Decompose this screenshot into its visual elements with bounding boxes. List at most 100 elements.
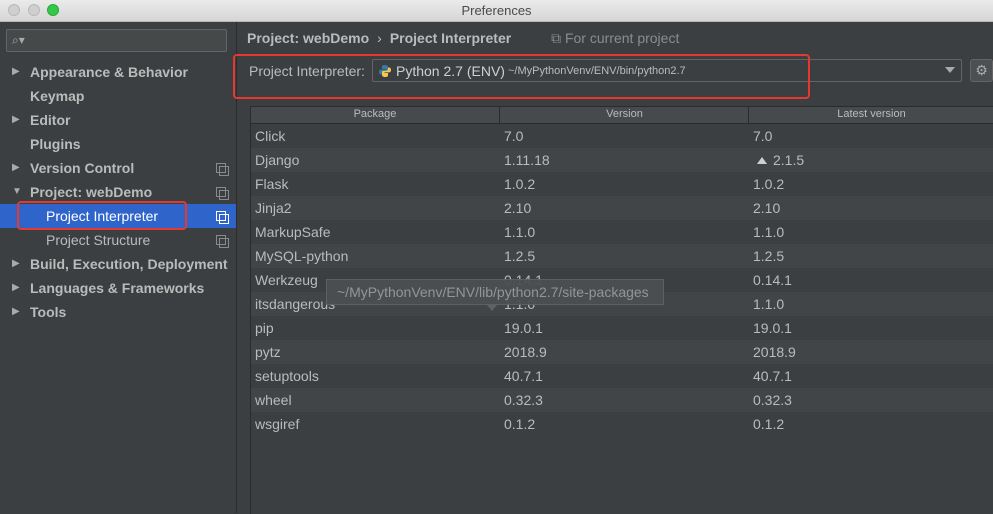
sidebar-item-label: Project Structure bbox=[46, 232, 151, 248]
package-latest-version: 19.0.1 bbox=[753, 316, 792, 340]
scope-label: ⧉ For current project bbox=[551, 30, 679, 46]
search-icon: ⌕▾ bbox=[12, 33, 25, 47]
project-scope-icon bbox=[216, 211, 229, 224]
package-latest-version: 0.1.2 bbox=[753, 412, 784, 436]
package-name: MarkupSafe bbox=[255, 224, 331, 240]
package-latest-version: 2.10 bbox=[753, 196, 780, 220]
package-name: wheel bbox=[255, 392, 292, 408]
sidebar-item[interactable]: ▶ Appearance & Behavior bbox=[0, 60, 236, 84]
project-scope-icon bbox=[216, 163, 229, 176]
package-name: MySQL-python bbox=[255, 248, 349, 264]
package-name: pip bbox=[255, 320, 274, 336]
highlight-box-interpreter bbox=[233, 54, 810, 99]
table-header: Package Version Latest version bbox=[251, 107, 993, 124]
sidebar-item[interactable]: Keymap bbox=[0, 84, 236, 108]
scope-text: For current project bbox=[564, 30, 680, 46]
sidebar-item[interactable]: ▶ Build, Execution, Deployment bbox=[0, 252, 236, 276]
package-name: wsgiref bbox=[255, 416, 300, 432]
sidebar-item-label: Appearance & Behavior bbox=[30, 64, 188, 80]
highlight-box-sidebar bbox=[17, 201, 187, 230]
package-version: 19.0.1 bbox=[504, 320, 543, 336]
latest-version-text: 1.0.2 bbox=[753, 176, 785, 192]
package-latest-version: 1.0.2 bbox=[753, 172, 784, 196]
table-row[interactable]: Jinja2 2.10 2.10 bbox=[251, 196, 993, 220]
chevron-right-icon[interactable]: ▶ bbox=[12, 252, 20, 276]
package-version: 1.2.5 bbox=[504, 248, 536, 264]
latest-version-text: 19.0.1 bbox=[753, 320, 792, 336]
title-bar: Preferences bbox=[0, 0, 993, 22]
chevron-right-icon[interactable]: ▶ bbox=[12, 108, 20, 132]
latest-version-text: 1.2.5 bbox=[753, 248, 785, 264]
sidebar-item-label: Editor bbox=[30, 112, 71, 128]
table-row[interactable]: pip 19.0.1 19.0.1 bbox=[251, 316, 993, 340]
package-latest-version: 0.14.1 bbox=[753, 268, 792, 292]
table-row[interactable]: Click 7.0 7.0 bbox=[251, 124, 993, 148]
page-title: Project Interpreter bbox=[389, 30, 512, 46]
sidebar-item-label: Tools bbox=[30, 304, 67, 320]
package-version: 2018.9 bbox=[504, 344, 547, 360]
package-name: Flask bbox=[255, 176, 289, 192]
sidebar-item-label: Plugins bbox=[30, 136, 81, 152]
project-scope-icon bbox=[216, 235, 229, 248]
table-row[interactable]: wsgiref 0.1.2 0.1.2 bbox=[251, 412, 993, 436]
sidebar-item-label: Keymap bbox=[30, 88, 85, 104]
package-version: 0.32.3 bbox=[504, 392, 543, 408]
breadcrumb-separator-icon: › bbox=[377, 30, 382, 46]
package-name: Werkzeug bbox=[255, 272, 318, 288]
sidebar-item[interactable]: ▶ Editor bbox=[0, 108, 236, 132]
latest-version-text: 2.10 bbox=[753, 200, 781, 216]
sidebar-item-label: Languages & Frameworks bbox=[30, 280, 205, 296]
gear-icon: ⚙ bbox=[975, 62, 988, 78]
settings-search-input[interactable]: ⌕▾ bbox=[6, 29, 227, 52]
package-name: pytz bbox=[255, 344, 281, 360]
tooltip-pointer bbox=[487, 305, 497, 311]
sidebar-item[interactable]: ▶ Tools bbox=[0, 300, 236, 324]
package-latest-version: 1.1.0 bbox=[753, 292, 784, 316]
upgrade-arrow-icon[interactable] bbox=[757, 157, 767, 165]
package-version: 1.11.18 bbox=[504, 152, 550, 168]
chevron-right-icon[interactable]: ▶ bbox=[12, 60, 20, 84]
breadcrumb-root: Project: webDemo bbox=[247, 30, 370, 46]
sidebar-item[interactable]: ▶ Version Control bbox=[0, 156, 236, 180]
package-latest-version: 2018.9 bbox=[753, 340, 796, 364]
latest-version-text: 7.0 bbox=[753, 128, 773, 144]
settings-sidebar: ⌕▾ ▶ Appearance & Behavior Keymap ▶ Editor Pl… bbox=[0, 22, 237, 513]
latest-version-text: 1.1.0 bbox=[753, 224, 785, 240]
window-title: Preferences bbox=[461, 3, 532, 18]
latest-version-text: 40.7.1 bbox=[753, 368, 792, 384]
sidebar-item[interactable]: Plugins bbox=[0, 132, 236, 156]
package-version: 0.1.2 bbox=[504, 416, 536, 432]
chevron-right-icon[interactable]: ▶ bbox=[12, 300, 20, 324]
latest-version-text: 0.14.1 bbox=[753, 272, 792, 288]
chevron-right-icon[interactable]: ▶ bbox=[12, 276, 20, 300]
sidebar-item-label: Build, Execution, Deployment bbox=[30, 256, 228, 272]
package-latest-version: 0.32.3 bbox=[753, 388, 792, 412]
sidebar-item[interactable]: ▶ Languages & Frameworks bbox=[0, 276, 236, 300]
table-row[interactable]: wheel 0.32.3 0.32.3 bbox=[251, 388, 993, 412]
chevron-right-icon[interactable]: ▶ bbox=[12, 156, 20, 180]
package-latest-version: 7.0 bbox=[753, 124, 772, 148]
column-header-version[interactable]: Version bbox=[500, 108, 749, 120]
column-header-latest-version[interactable]: Latest version bbox=[749, 108, 993, 120]
table-row[interactable]: pytz 2018.9 2018.9 bbox=[251, 340, 993, 364]
package-name: Jinja2 bbox=[255, 200, 292, 216]
table-row[interactable]: setuptools 40.7.1 40.7.1 bbox=[251, 364, 993, 388]
interpreter-settings-button[interactable]: ⚙ bbox=[970, 59, 993, 82]
breadcrumb: Project: webDemo › Project Interpreter ⧉ F… bbox=[247, 30, 679, 47]
package-latest-version: 2.1.5 bbox=[753, 148, 804, 172]
table-row[interactable]: MarkupSafe 1.1.0 1.1.0 bbox=[251, 220, 993, 244]
table-row[interactable]: Django 1.11.18 2.1.5 bbox=[251, 148, 993, 172]
chevron-down-icon bbox=[945, 67, 955, 73]
package-version: 1.0.2 bbox=[504, 176, 536, 192]
column-header-package[interactable]: Package bbox=[251, 108, 499, 120]
package-latest-version: 1.1.0 bbox=[753, 220, 784, 244]
package-name: Django bbox=[255, 152, 300, 168]
package-name: itsdangerous bbox=[255, 296, 336, 312]
package-latest-version: 40.7.1 bbox=[753, 364, 792, 388]
package-latest-version: 1.2.5 bbox=[753, 244, 784, 268]
table-row[interactable]: Flask 1.0.2 1.0.2 bbox=[251, 172, 993, 196]
package-version: 2.10 bbox=[504, 200, 532, 216]
sidebar-item[interactable]: Project Structure bbox=[0, 228, 236, 252]
package-version: 40.7.1 bbox=[504, 368, 543, 384]
table-row[interactable]: MySQL-python 1.2.5 1.2.5 bbox=[251, 244, 993, 268]
